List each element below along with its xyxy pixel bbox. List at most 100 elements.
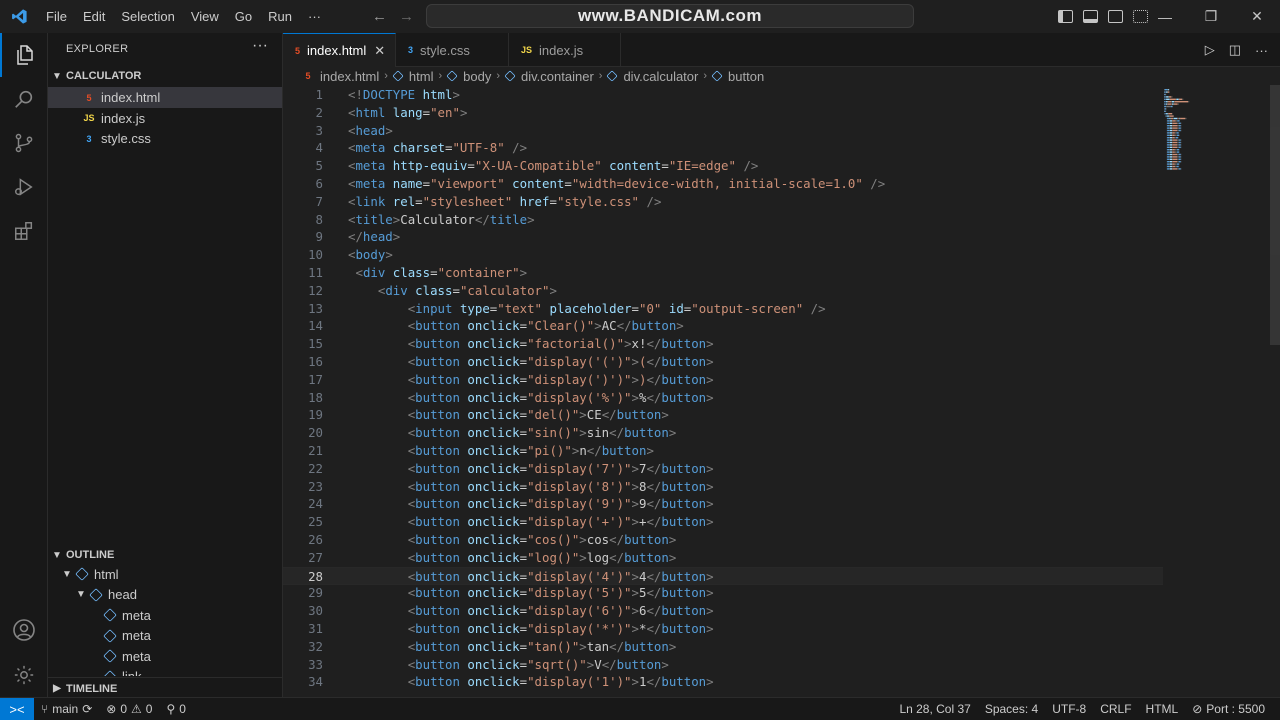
live-server-port[interactable]: ⊘ Port : 5500 <box>1185 702 1272 716</box>
explorer-icon[interactable] <box>0 33 48 77</box>
menu-item-edit[interactable]: Edit <box>75 0 113 33</box>
code-line[interactable]: 9 </head> <box>283 228 1163 246</box>
restore-icon[interactable]: ❐ <box>1188 8 1234 25</box>
cursor-position[interactable]: Ln 28, Col 37 <box>892 702 977 716</box>
menu-item-go[interactable]: Go <box>227 0 260 33</box>
code-line[interactable]: 32 <button onclick="tan()">tan</button> <box>283 638 1163 656</box>
code-line[interactable]: 15 <button onclick="factorial()">x!</but… <box>283 335 1163 353</box>
vertical-scrollbar[interactable] <box>1270 85 1280 345</box>
code-line[interactable]: 13 <input type="text" placeholder="0" id… <box>283 300 1163 318</box>
menu-item-view[interactable]: View <box>183 0 227 33</box>
code-line[interactable]: 31 <button onclick="display('*')">*</but… <box>283 620 1163 638</box>
code-line[interactable]: 2 <html lang="en"> <box>283 104 1163 122</box>
account-icon[interactable] <box>0 608 48 652</box>
line-number: 19 <box>308 407 323 423</box>
tab-index-js[interactable]: JS index.js <box>509 33 621 67</box>
breadcrumb-item[interactable]: button <box>711 69 764 84</box>
command-center[interactable]: www.BANDICAM.com <box>426 4 914 28</box>
code-line[interactable]: 8 <title>Calculator</title> <box>283 211 1163 229</box>
problems-indicator[interactable]: ⊗ 0 ⚠ 0 <box>99 702 159 716</box>
outline-item[interactable]: ▼ html <box>62 564 119 584</box>
encoding[interactable]: UTF-8 <box>1045 702 1093 716</box>
toggle-panel-icon[interactable] <box>1083 10 1098 23</box>
outline-header[interactable]: ▼ OUTLINE <box>48 544 283 566</box>
code-line[interactable]: 29 <button onclick="display('5')">5</but… <box>283 584 1163 602</box>
menu-item-file[interactable]: File <box>38 0 75 33</box>
code-line[interactable]: 10 <body> <box>283 246 1163 264</box>
breadcrumb-item[interactable]: div.calculator <box>606 69 698 84</box>
code-line[interactable]: 4 <meta charset="UTF-8" /> <box>283 139 1163 157</box>
minimize-icon[interactable]: — <box>1142 9 1188 25</box>
code-line[interactable]: 5 <meta http-equiv="X-UA-Compatible" cont… <box>283 157 1163 175</box>
tab-style-css[interactable]: 3 style.css <box>396 33 509 67</box>
more-actions-icon[interactable]: ··· <box>252 37 268 55</box>
code-line[interactable]: 25 <button onclick="display('+')">+</but… <box>283 513 1163 531</box>
line-number: 12 <box>308 282 323 298</box>
minimap[interactable] <box>1162 87 1232 177</box>
code-line[interactable]: 14 <button onclick="Clear()">AC</button> <box>283 317 1163 335</box>
code-line[interactable]: 23 <button onclick="display('8')">8</but… <box>283 478 1163 496</box>
outline-item[interactable]: link <box>90 667 142 676</box>
menu-more[interactable]: ··· <box>300 0 329 33</box>
close-icon[interactable]: ✕ <box>374 43 385 59</box>
toggle-primary-sidebar-icon[interactable] <box>1058 10 1073 23</box>
code-line[interactable]: 33 <button onclick="sqrt()">V</button> <box>283 656 1163 674</box>
forward-arrow-icon[interactable]: → <box>399 8 414 25</box>
code-line[interactable]: 22 <button onclick="display('7')">7</but… <box>283 460 1163 478</box>
code-line[interactable]: 16 <button onclick="display('(')">(</but… <box>283 353 1163 371</box>
breadcrumb-item[interactable]: 5 index.html <box>301 69 379 84</box>
code-line[interactable]: 17 <button onclick="display(')')">)</but… <box>283 371 1163 389</box>
extensions-icon[interactable] <box>0 209 48 253</box>
code-line[interactable]: 26 <button onclick="cos()">cos</button> <box>283 531 1163 549</box>
run-debug-icon[interactable] <box>0 165 48 209</box>
close-window-icon[interactable]: ✕ <box>1234 8 1280 25</box>
code-line[interactable]: 27 <button onclick="log()">log</button> <box>283 549 1163 567</box>
tab-index-html[interactable]: 5 index.html ✕ <box>283 33 396 67</box>
back-arrow-icon[interactable]: ← <box>372 8 387 25</box>
code-line[interactable]: 19 <button onclick="del()">CE</button> <box>283 406 1163 424</box>
split-editor-icon[interactable]: ◫ <box>1229 42 1241 58</box>
code-line[interactable]: 24 <button onclick="display('9')">9</but… <box>283 495 1163 513</box>
code-line[interactable]: 21 <button onclick="pi()">n</button> <box>283 442 1163 460</box>
branch-indicator[interactable]: ⑂ main ⟳ <box>34 702 99 716</box>
code-line[interactable]: 6 <meta name="viewport" content="width=de… <box>283 175 1163 193</box>
ports-indicator[interactable]: ⚲ 0 <box>159 702 192 716</box>
code-line[interactable]: 30 <button onclick="display('6')">6</but… <box>283 602 1163 620</box>
run-icon[interactable]: ▷ <box>1205 42 1215 58</box>
code-line[interactable]: 12 <div class="calculator"> <box>283 282 1163 300</box>
minimap-line <box>1172 149 1175 151</box>
code-line[interactable]: 11 <div class="container"> <box>283 264 1163 282</box>
code-line[interactable]: 1 <!DOCTYPE html> <box>283 86 1163 104</box>
outline-item[interactable]: meta <box>90 626 151 646</box>
code-editor[interactable]: 1 <!DOCTYPE html> 2 <html lang="en"> 3 <head>… <box>283 85 1280 697</box>
settings-gear-icon[interactable] <box>0 653 48 697</box>
remote-indicator-icon[interactable]: >< <box>0 698 34 720</box>
file-item[interactable]: JS index.js <box>48 108 282 129</box>
outline-item[interactable]: meta <box>90 605 151 625</box>
indentation[interactable]: Spaces: 4 <box>978 702 1045 716</box>
code-line[interactable]: 34 <button onclick="display('1')">1</but… <box>283 673 1163 691</box>
code-line[interactable]: 18 <button onclick="display('%')">%</but… <box>283 389 1163 407</box>
source-control-icon[interactable] <box>0 121 48 165</box>
code-line[interactable]: 20 <button onclick="sin()">sin</button> <box>283 424 1163 442</box>
toggle-secondary-sidebar-icon[interactable] <box>1108 10 1123 23</box>
code-line[interactable]: 28 <button onclick="display('4')">4</but… <box>283 566 1163 585</box>
line-ending[interactable]: CRLF <box>1093 702 1138 716</box>
file-item[interactable]: 5 index.html <box>48 87 282 108</box>
folder-header[interactable]: ▼ CALCULATOR <box>48 65 283 87</box>
code-line[interactable]: 3 <head> <box>283 122 1163 140</box>
code-line[interactable]: 7 <link rel="stylesheet" href="style.css"… <box>283 193 1163 211</box>
search-icon[interactable] <box>0 77 48 121</box>
sync-icon[interactable]: ⟳ <box>82 702 92 716</box>
timeline-header[interactable]: ▶ TIMELINE <box>48 677 283 699</box>
breadcrumb-item[interactable]: html <box>392 69 433 84</box>
menu-item-run[interactable]: Run <box>260 0 300 33</box>
breadcrumb-item[interactable]: body <box>446 69 491 84</box>
language-mode[interactable]: HTML <box>1139 702 1186 716</box>
menu-item-selection[interactable]: Selection <box>113 0 182 33</box>
outline-item[interactable]: ▼ head <box>76 585 137 605</box>
more-actions-icon[interactable]: ··· <box>1255 43 1268 58</box>
breadcrumb-item[interactable]: div.container <box>504 69 594 84</box>
file-item[interactable]: 3 style.css <box>48 128 282 149</box>
outline-item[interactable]: meta <box>90 646 151 666</box>
